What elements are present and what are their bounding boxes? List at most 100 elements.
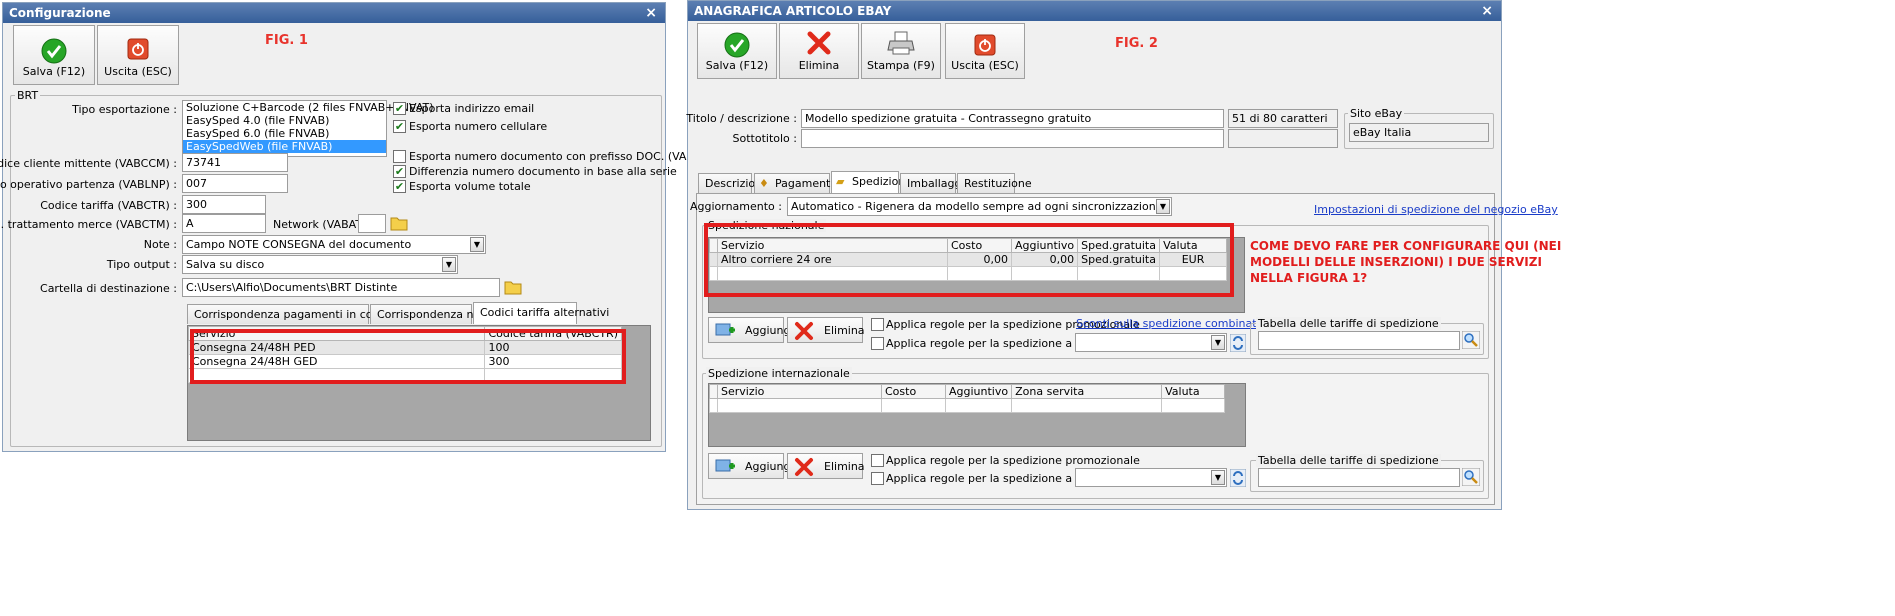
tab-imballaggio[interactable]: Imballaggio [900,173,971,193]
tab-restituzione[interactable]: Restituzione [957,173,1032,193]
chevron-down-icon[interactable]: ▼ [1211,470,1225,485]
list-item[interactable]: EasySped 6.0 (file FNVAB) [183,127,386,140]
tariffe-group-title: Tabella delle tariffe di spedizione [1256,454,1441,467]
checkbox-cellulare-label: Esporta numero cellulare [409,120,548,133]
network-field[interactable] [358,214,386,233]
chevron-down-icon[interactable]: ▼ [1156,199,1170,214]
save-button[interactable]: Salva (F12) [697,23,777,79]
tab-corrispondenza-nazioni[interactable]: Corrispondenza nazioni [370,304,506,324]
exit-button[interactable]: Uscita (ESC) [945,23,1025,79]
search-icon[interactable] [1462,468,1480,486]
exit-button[interactable]: Uscita (ESC) [97,25,179,85]
question-annotation: COME DEVO FARE PER CONFIGURARE QUI (NEI … [1250,239,1562,285]
chevron-down-icon[interactable]: ▼ [442,257,456,272]
note-select[interactable]: Campo NOTE CONSEGNA del documento ▼ [182,235,486,254]
refresh-icon[interactable] [1230,334,1246,352]
aggiornamento-select[interactable]: Automatico - Rigenera da modello sempre … [787,197,1172,216]
brt-group-title: BRT [15,89,41,102]
checkbox-prefisso[interactable] [393,150,406,163]
save-button[interactable]: Salva (F12) [13,25,95,85]
add-service-button[interactable]: Aggiungi [708,453,794,479]
delete-button[interactable]: Elimina [779,23,859,79]
money-icon: ♦ [759,177,769,190]
checkbox-cellulare[interactable]: ✔ [393,120,406,133]
titolo-field[interactable]: Modello spedizione gratuita - Contrasseg… [801,109,1224,128]
checkbox-prefisso-label: Esporta numero documento con prefisso DO… [409,150,723,163]
check-icon [724,32,750,58]
tab-codici-tariffa[interactable]: Codici tariffa alternativi [473,302,609,324]
config-title: Configurazione [9,6,111,20]
chevron-down-icon[interactable]: ▼ [470,237,484,252]
column-header[interactable]: Zona servita [1011,384,1163,399]
sottotitolo-field[interactable] [801,129,1224,148]
row-indicator [709,384,718,399]
column-header[interactable]: Costo [881,384,946,399]
tab-pagamento[interactable]: ♦ Pagamento [754,173,837,193]
promo-checkbox[interactable] [871,454,884,467]
internazionale-grid[interactable]: Servizio Costo Aggiuntivo Zona servita V… [708,383,1246,447]
refresh-icon[interactable] [1230,469,1246,487]
table-row-empty[interactable] [709,398,1225,413]
print-label: Stampa (F9) [867,59,935,72]
sconti-link[interactable]: Sconti sulla spedizione combinata [1076,317,1263,330]
exit-label: Uscita (ESC) [104,65,172,78]
sottotitolo-count [1228,129,1338,148]
aggiornamento-value: Automatico - Rigenera da modello sempre … [791,200,1163,213]
sconti-select[interactable]: ▼ [1075,333,1227,352]
tab-descrizione[interactable]: Descrizione [698,173,769,193]
codice-tariffa-field[interactable]: 300 [182,195,266,214]
punto-operativo-field[interactable]: 007 [182,174,288,193]
delete-service-label: Elimina [824,324,865,337]
chevron-down-icon[interactable]: ▼ [1211,335,1225,350]
config-window: Configurazione × Salva (F12) Uscita (ESC… [0,2,723,452]
delete-service-button[interactable]: Elimina [787,317,865,343]
checkbox-email[interactable]: ✔ [393,102,406,115]
add-service-button[interactable]: Aggiungi [708,317,794,343]
checkbox-serie[interactable]: ✔ [393,165,406,178]
list-item[interactable]: Soluzione C+Barcode (2 files FNVAB+FNVAT… [183,101,434,114]
column-header[interactable]: Valuta [1161,384,1225,399]
codice-cliente-field[interactable]: 73741 [182,153,288,172]
row-indicator [709,398,718,413]
tariffe-field[interactable] [1258,468,1460,487]
fig2-label: FIG. 2 [1115,36,1158,51]
sottotitolo-label: Sottotitolo : [732,132,797,145]
list-item-selected[interactable]: EasySpedWeb (file FNVAB) [183,140,386,153]
close-icon[interactable]: × [645,5,657,21]
tipo-output-select[interactable]: Salva su disco ▼ [182,255,458,274]
folder-icon[interactable] [504,278,522,296]
sconti-select[interactable]: ▼ [1075,468,1227,487]
close-icon[interactable]: × [1481,3,1493,19]
fisso-checkbox[interactable] [871,337,884,350]
search-icon[interactable] [1462,331,1480,349]
list-item[interactable]: EasySped 4.0 (file FNVAB) [183,114,386,127]
promo-checkbox[interactable] [871,318,884,331]
table-cell [1161,398,1225,413]
column-header[interactable]: Aggiuntivo [944,384,1013,399]
tipo-output-label: Tipo output : [106,258,177,271]
tab-pagamenti-contrassegno[interactable]: Corrispondenza pagamenti in contrassegno [187,304,434,324]
tariffe-field[interactable] [1258,331,1460,350]
fig1-label: FIG. 1 [265,33,308,48]
table-cell [1011,398,1163,413]
tipo-output-value: Salva su disco [186,258,265,271]
internazionale-table: Servizio Costo Aggiuntivo Zona servita V… [709,384,1225,413]
note-label: Note : [143,238,177,251]
codice-tariffa-label: Codice tariffa (VABCTR) : [40,199,177,212]
fisso-checkbox[interactable] [871,472,884,485]
cartella-field[interactable]: C:\Users\Alfio\Documents\BRT Distinte [182,278,500,297]
print-button[interactable]: Stampa (F9) [861,23,941,79]
save-label: Salva (F12) [705,59,769,72]
impostazioni-link[interactable]: Impostazioni di spedizione del negozio e… [1314,203,1558,216]
delete-service-label: Elimina [824,460,865,473]
codice-cliente-label: Codice cliente mittente (VABCCM) : [0,157,177,170]
highlight-box-fig2 [704,223,1234,297]
tariffe-group-title: Tabella delle tariffe di spedizione [1256,317,1441,330]
delete-service-button[interactable]: Elimina [787,453,865,479]
folder-icon[interactable] [390,214,408,232]
cod-trattamento-field[interactable]: A [182,214,266,233]
checkbox-volume[interactable]: ✔ [393,180,406,193]
tipo-esportazione-list[interactable]: Soluzione C+Barcode (2 files FNVAB+FNVAT… [182,100,434,157]
column-header[interactable]: Servizio [717,384,882,399]
tab-spedizione[interactable]: ▰ Spedizione [831,171,912,193]
